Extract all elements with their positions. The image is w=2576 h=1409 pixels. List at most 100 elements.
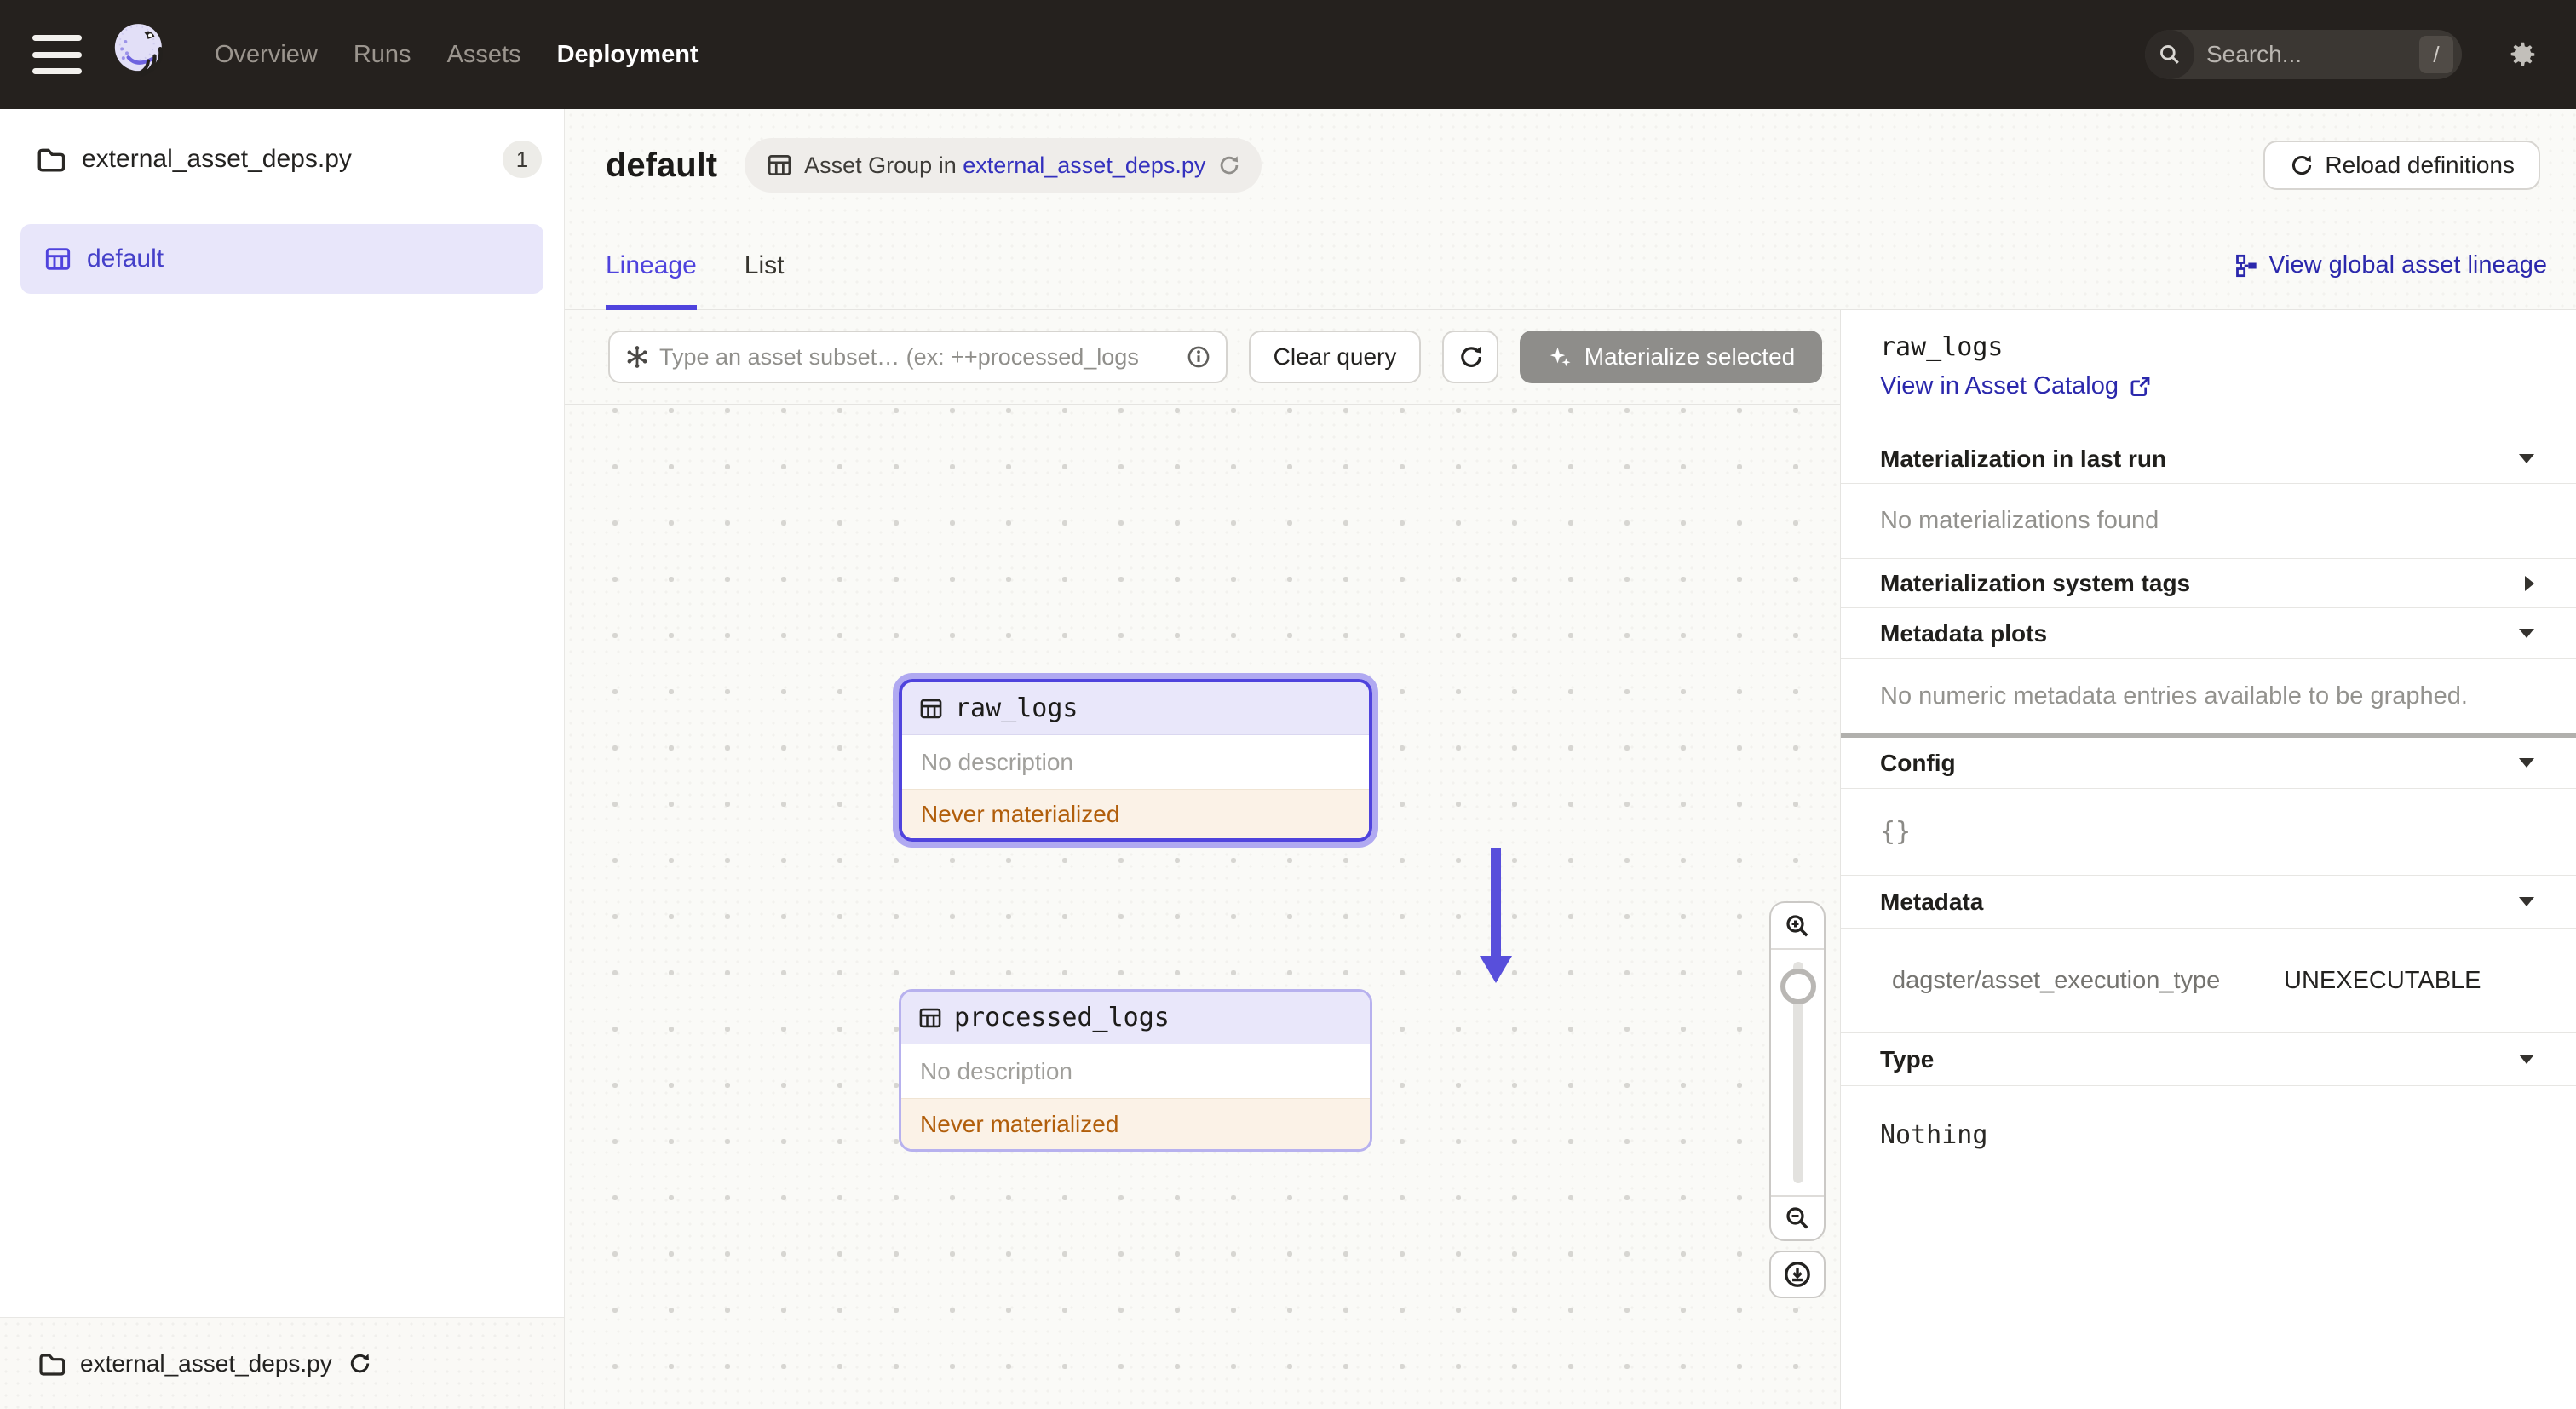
- refresh-icon: [1461, 345, 1483, 367]
- section-header-config[interactable]: Config: [1841, 738, 2576, 789]
- sidebar-item-code-location[interactable]: external_asset_deps.py 1: [0, 109, 564, 210]
- hamburger-menu-icon[interactable]: [32, 35, 82, 74]
- global-lineage-label: View global asset lineage: [2268, 251, 2547, 279]
- panel-title-block: raw_logs View in Asset Catalog: [1841, 310, 2576, 434]
- zoom-in-icon: [1786, 914, 1808, 937]
- clear-query-button[interactable]: Clear query: [1249, 331, 1421, 383]
- lineage-graph-section: Type an asset subset… (ex: ++processed_l…: [565, 310, 1840, 1409]
- asset-description: No description: [920, 1057, 1072, 1084]
- section-header-materialization-system-tags[interactable]: Materialization system tags: [1841, 559, 2576, 608]
- code-location-label: external_asset_deps.py: [82, 145, 352, 173]
- view-global-asset-lineage-link[interactable]: View global asset lineage: [2234, 251, 2547, 279]
- info-icon[interactable]: [1187, 345, 1210, 369]
- zoom-out-icon: [1786, 1207, 1808, 1229]
- chevron-right-icon: [2524, 575, 2535, 592]
- query-placeholder: Type an asset subset… (ex: ++processed_l…: [659, 343, 1139, 370]
- asset-group-breadcrumb: Asset Group in external_asset_deps.py: [745, 138, 1262, 193]
- search-icon: [2145, 30, 2194, 79]
- section-label: Metadata: [1880, 888, 1984, 915]
- materialize-selected-label: Materialize selected: [1584, 343, 1796, 370]
- group-count-badge: 1: [503, 141, 542, 178]
- metadata-row: dagster/asset_execution_type UNEXECUTABL…: [1841, 929, 2576, 1033]
- page-header: default Asset Group in external_asset_de…: [565, 109, 2576, 221]
- page-title: default: [606, 146, 718, 184]
- reload-definitions-button[interactable]: Reload definitions: [2263, 141, 2540, 190]
- nav-item-assets[interactable]: Assets: [447, 41, 521, 69]
- asset-group-icon: [768, 155, 791, 175]
- catalog-link-label: View in Asset Catalog: [1880, 372, 2119, 400]
- refresh-icon: [2292, 154, 2313, 175]
- reload-definitions-label: Reload definitions: [2325, 152, 2515, 178]
- lineage-graph-icon: [2236, 254, 2257, 277]
- asset-name: raw_logs: [955, 693, 1078, 723]
- section-header-metadata-plots[interactable]: Metadata plots: [1841, 608, 2576, 659]
- type-value: Nothing: [1880, 1120, 1988, 1150]
- refresh-graph-button[interactable]: [1442, 331, 1498, 383]
- search-placeholder: Search...: [2206, 41, 2303, 67]
- nav-item-overview[interactable]: Overview: [215, 41, 318, 69]
- lineage-edge-arrow: [1480, 848, 1512, 985]
- zoom-controls: [1769, 901, 1826, 1241]
- chevron-down-icon: [2518, 453, 2535, 464]
- fit-view-button[interactable]: [1769, 1251, 1826, 1298]
- sidebar: external_asset_deps.py 1 default externa…: [0, 109, 565, 1409]
- asset-node-raw-logs[interactable]: raw_logs No description Never materializ…: [893, 673, 1378, 848]
- tabs-bar: Lineage List View global asset lineage: [565, 221, 2576, 310]
- view-in-asset-catalog-link[interactable]: View in Asset Catalog: [1880, 372, 2576, 400]
- section-label: Materialization in last run: [1880, 445, 2167, 472]
- nav-links: Overview Runs Assets Deployment: [215, 41, 699, 69]
- chevron-down-icon: [2518, 896, 2535, 907]
- reload-location-icon[interactable]: [348, 1352, 371, 1375]
- dagster-logo-icon[interactable]: [106, 19, 174, 90]
- sidebar-item-default-group[interactable]: default: [20, 224, 543, 294]
- folder-icon: [39, 1353, 65, 1376]
- op-selector-icon: [627, 346, 647, 368]
- external-link-icon: [2130, 377, 2150, 396]
- table-icon: [920, 699, 942, 718]
- top-nav-bar: Overview Runs Assets Deployment Search..…: [0, 0, 2576, 109]
- materialize-selected-button[interactable]: Materialize selected: [1520, 331, 1822, 383]
- tab-list[interactable]: List: [745, 221, 785, 310]
- asset-details-panel: raw_logs View in Asset Catalog Materiali…: [1840, 310, 2576, 1409]
- sparkle-icon: [1550, 347, 1571, 367]
- breadcrumb-code-location-link[interactable]: external_asset_deps.py: [963, 152, 1205, 178]
- folder-icon: [37, 148, 65, 172]
- fit-view-icon: [1785, 1262, 1810, 1287]
- zoom-slider[interactable]: [1771, 950, 1824, 1195]
- metadata-plots-empty-message: No numeric metadata entries available to…: [1880, 681, 2468, 710]
- asset-subset-query-input[interactable]: Type an asset subset… (ex: ++processed_l…: [608, 331, 1228, 383]
- settings-gear-icon[interactable]: [2506, 38, 2539, 71]
- chevron-down-icon: [2518, 1054, 2535, 1065]
- section-label: Type: [1880, 1045, 1935, 1073]
- nav-item-runs[interactable]: Runs: [354, 41, 411, 69]
- graph-toolbar: Type an asset subset… (ex: ++processed_l…: [565, 310, 1840, 405]
- breadcrumb-prefix: Asset Group in: [804, 152, 963, 178]
- metadata-value: UNEXECUTABLE: [2284, 966, 2481, 994]
- zoom-in-button[interactable]: [1771, 903, 1824, 950]
- panel-asset-name: raw_logs: [1880, 332, 2004, 362]
- tab-lineage[interactable]: Lineage: [606, 221, 697, 310]
- main-area: default Asset Group in external_asset_de…: [565, 109, 2576, 1409]
- footer-code-location-label: external_asset_deps.py: [80, 1349, 332, 1377]
- search-input[interactable]: Search... /: [2145, 30, 2462, 79]
- last-run-empty-message: No materializations found: [1841, 484, 2576, 559]
- section-label: Materialization system tags: [1880, 569, 2191, 596]
- chevron-down-icon: [2518, 628, 2535, 639]
- asset-status: Never materialized: [902, 789, 1369, 838]
- lineage-graph-viewport[interactable]: raw_logs No description Never materializ…: [565, 405, 1840, 1409]
- section-header-type[interactable]: Type: [1841, 1033, 2576, 1086]
- search-shortcut-key: /: [2419, 36, 2453, 73]
- nav-item-deployment[interactable]: Deployment: [557, 41, 699, 69]
- asset-name: processed_logs: [954, 1003, 1170, 1032]
- sidebar-footer: external_asset_deps.py: [0, 1317, 564, 1409]
- asset-status: Never materialized: [901, 1098, 1370, 1149]
- zoom-out-button[interactable]: [1771, 1195, 1824, 1239]
- section-header-metadata[interactable]: Metadata: [1841, 876, 2576, 929]
- asset-node-processed-logs[interactable]: processed_logs No description Never mate…: [899, 989, 1372, 1152]
- asset-group-icon: [45, 248, 71, 270]
- refresh-group-icon[interactable]: [1217, 154, 1239, 176]
- config-value: {}: [1841, 789, 2576, 876]
- section-header-materialization-last-run[interactable]: Materialization in last run: [1841, 434, 2576, 484]
- zoom-slider-knob[interactable]: [1780, 969, 1816, 1004]
- chevron-down-icon: [2518, 757, 2535, 768]
